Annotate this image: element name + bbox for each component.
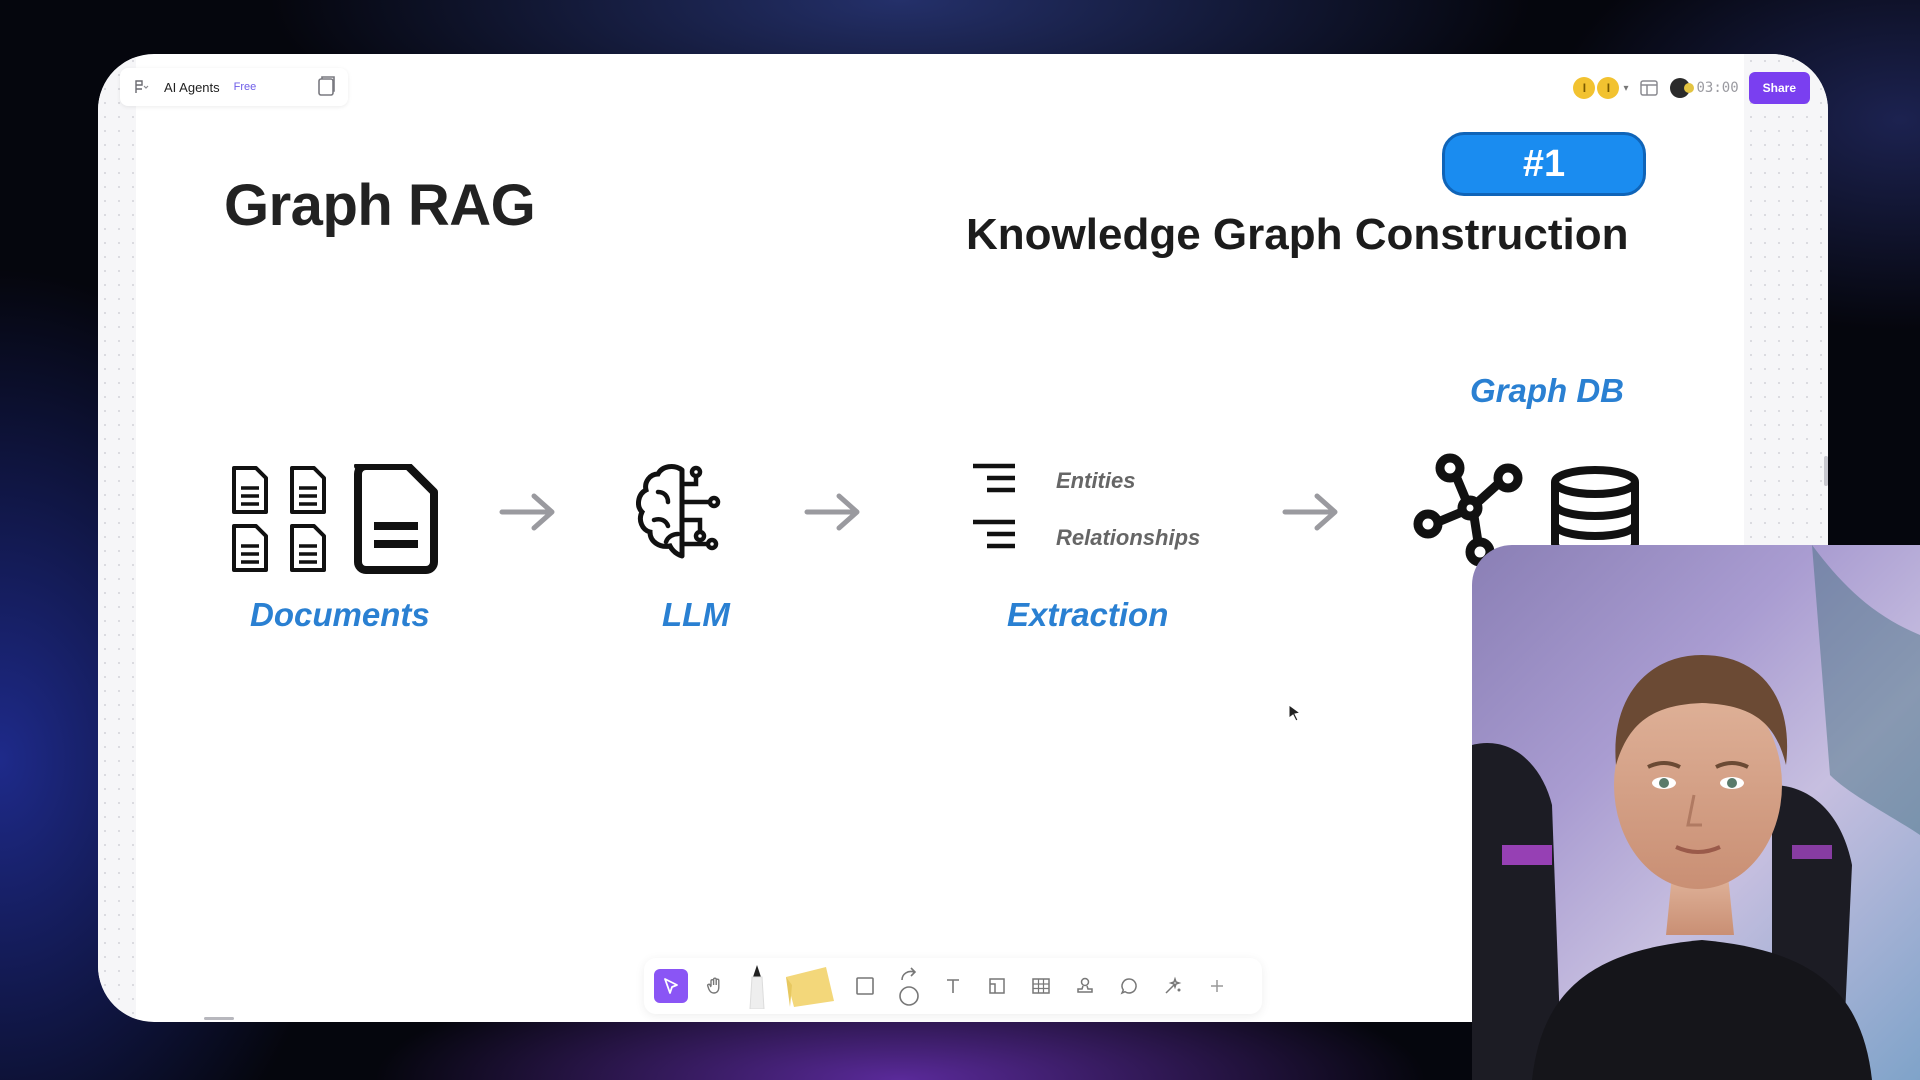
documents-label[interactable]: Documents: [250, 596, 430, 634]
extraction-relationships[interactable]: Relationships: [1056, 525, 1200, 551]
stamp-icon[interactable]: [1068, 969, 1102, 1003]
extraction-label[interactable]: Extraction: [1007, 596, 1168, 634]
connector-icon[interactable]: [892, 967, 926, 1006]
shape-icon[interactable]: [848, 969, 882, 1003]
extraction-entities[interactable]: Entities: [1056, 468, 1135, 494]
board-menu-icon[interactable]: [130, 76, 152, 98]
plan-badge[interactable]: Free: [234, 81, 257, 93]
frame-icon[interactable]: [980, 969, 1014, 1003]
list-icon: [973, 519, 1015, 549]
list-icon: [973, 463, 1015, 493]
slide-title[interactable]: Graph RAG: [224, 172, 536, 239]
presenter-image: [1472, 545, 1920, 1080]
collaboration-bar: I I ▾ 03:00 Share: [1573, 68, 1810, 108]
canvas-grid-left: [98, 54, 136, 1022]
vertical-scrollbar[interactable]: [1824, 456, 1828, 486]
avatar[interactable]: I: [1597, 77, 1620, 99]
timer-value: 03:00: [1696, 80, 1739, 96]
timer[interactable]: 03:00: [1670, 78, 1739, 98]
brain-circuit-icon[interactable]: [636, 462, 732, 566]
text-icon[interactable]: [936, 969, 970, 1003]
layout-icon[interactable]: [1638, 77, 1660, 99]
bottom-toolbar: [644, 958, 1262, 1014]
arrow-right-icon: [804, 493, 860, 531]
board-name[interactable]: AI Agents: [164, 80, 220, 95]
timer-icon: [1670, 78, 1695, 98]
plus-icon[interactable]: [1200, 969, 1234, 1003]
avatar[interactable]: I: [1573, 77, 1596, 99]
ai-icon[interactable]: [1156, 969, 1190, 1003]
comment-icon[interactable]: [1112, 969, 1146, 1003]
chevron-down-icon[interactable]: ▾: [1623, 83, 1628, 94]
arrow-right-icon: [499, 493, 555, 531]
arrow-right-icon: [1282, 493, 1338, 531]
presenter-webcam: [1472, 545, 1920, 1080]
mouse-cursor-icon: [1288, 704, 1302, 722]
slide-subtitle[interactable]: Knowledge Graph Construction: [966, 210, 1628, 260]
collaborator-avatars[interactable]: I I ▾: [1573, 77, 1628, 99]
hand-icon[interactable]: [698, 969, 732, 1003]
pen-icon[interactable]: [742, 963, 772, 1009]
llm-label[interactable]: LLM: [662, 596, 730, 634]
share-button[interactable]: Share: [1748, 72, 1810, 104]
sticky-note-icon[interactable]: [782, 965, 838, 1007]
select-icon[interactable]: [654, 969, 688, 1003]
documents-icon[interactable]: [230, 464, 442, 574]
step-badge[interactable]: #1: [1442, 132, 1646, 196]
table-icon[interactable]: [1024, 969, 1058, 1003]
graph-db-label[interactable]: Graph DB: [1470, 372, 1624, 410]
copy-board-icon[interactable]: [306, 68, 344, 106]
bottom-handle[interactable]: [204, 1017, 234, 1020]
